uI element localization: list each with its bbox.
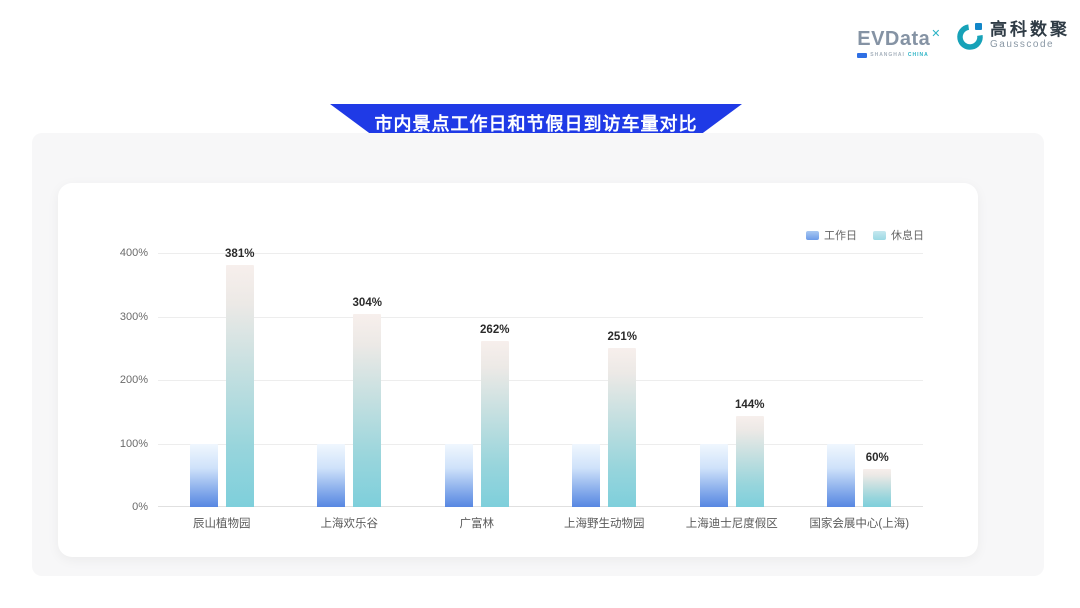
bar-restday[interactable] <box>863 469 891 507</box>
evdata-sub-china: CHINA <box>908 52 929 58</box>
legend-label-workday: 工作日 <box>824 227 857 243</box>
legend-swatch-restday-icon <box>873 231 886 240</box>
y-axis-tick-label: 100% <box>68 438 148 450</box>
bar-restday[interactable] <box>481 341 509 507</box>
bar-value-label: 304% <box>332 297 402 309</box>
legend-swatch-workday-icon <box>806 231 819 240</box>
legend-label-restday: 休息日 <box>891 227 924 243</box>
plot-area <box>158 253 923 507</box>
legend-item-workday[interactable]: 工作日 <box>806 227 857 243</box>
bar-value-label: 144% <box>715 399 785 411</box>
brand-logos: EVData✕ SHANGHAI CHINA 高科数聚 Gausscode <box>857 20 1070 58</box>
evdata-subline: SHANGHAI CHINA <box>857 52 929 58</box>
legend-item-restday[interactable]: 休息日 <box>873 227 924 243</box>
evdata-x-icon: ✕ <box>931 28 941 40</box>
bar-restday[interactable] <box>608 348 636 507</box>
gausscode-text: 高科数聚 Gausscode <box>990 20 1070 51</box>
evdata-chip-icon <box>857 53 867 58</box>
evdata-text: EVData <box>857 28 930 50</box>
chart-legend: 工作日 休息日 <box>806 227 924 243</box>
gausscode-cn-label: 高科数聚 <box>990 20 1070 39</box>
bar-restday[interactable] <box>226 265 254 507</box>
evdata-sub-shanghai: SHANGHAI <box>870 52 905 58</box>
chart-card: 工作日 休息日 400%300%200%100%0% 381%辰山植物园304%… <box>58 183 978 557</box>
gridline <box>158 380 923 381</box>
gausscode-g-icon <box>955 21 985 51</box>
bar-restday[interactable] <box>353 314 381 507</box>
bar-workday[interactable] <box>572 444 600 508</box>
y-axis-tick-label: 400% <box>68 247 148 259</box>
bar-workday[interactable] <box>445 444 473 508</box>
y-axis-tick-label: 0% <box>68 501 148 513</box>
evdata-wordmark: EVData✕ <box>857 24 941 49</box>
bar-value-label: 60% <box>842 452 912 464</box>
gridline <box>158 444 923 445</box>
category-label: 国家会展中心(上海) <box>784 515 934 531</box>
evdata-logo: EVData✕ SHANGHAI CHINA <box>857 20 941 58</box>
bar-workday[interactable] <box>190 444 218 508</box>
gausscode-logo: 高科数聚 Gausscode <box>955 20 1070 51</box>
bar-restday[interactable] <box>736 416 764 507</box>
gausscode-en-label: Gausscode <box>990 39 1070 51</box>
bar-value-label: 381% <box>205 248 275 260</box>
page-background: EVData✕ SHANGHAI CHINA 高科数聚 Gausscode 市内… <box>0 0 1080 608</box>
gridline <box>158 317 923 318</box>
bar-workday[interactable] <box>317 444 345 508</box>
page-title: 市内景点工作日和节假日到访车量对比 <box>375 110 698 136</box>
bar-value-label: 262% <box>460 324 530 336</box>
bar-value-label: 251% <box>587 331 657 343</box>
y-axis-tick-label: 200% <box>68 374 148 386</box>
bar-workday[interactable] <box>700 444 728 508</box>
y-axis-tick-label: 300% <box>68 311 148 323</box>
